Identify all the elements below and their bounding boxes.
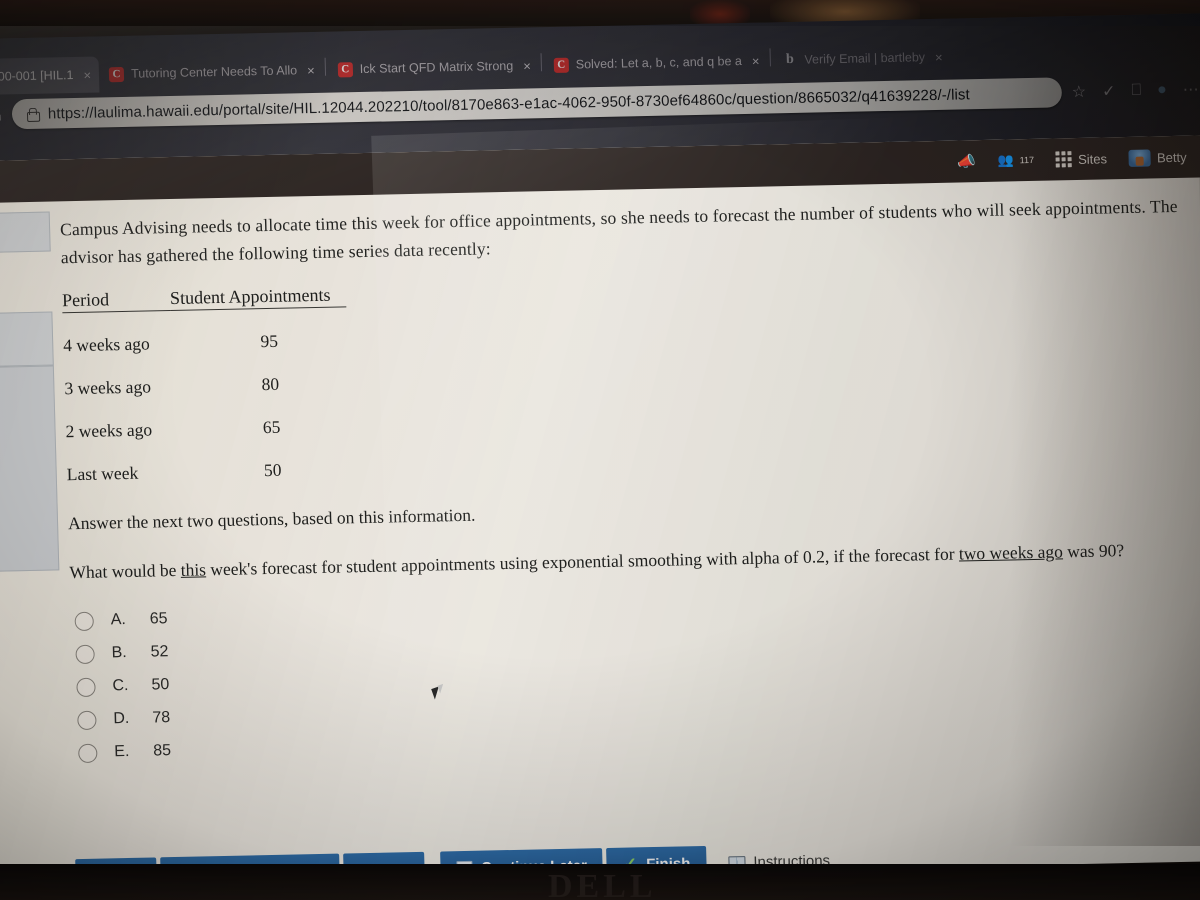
column-header-period: Period [61,287,171,313]
members-count: 117 [1019,154,1035,166]
tab-divider [324,57,326,76]
tab-divider [540,53,542,72]
sidebar-item-top[interactable] [0,211,51,254]
data-table-header: Period Student Appointments [61,266,1192,313]
grid-icon [1055,151,1073,168]
option-value: 52 [150,643,169,661]
left-navigation-panel[interactable]: ts [0,211,69,853]
webpage-viewport: 📣 👥 117 Sites Betty Campus Advising need… [0,135,1200,887]
browser-tab-3[interactable]: C Solved: Let a, b, c, and q be a × [543,42,768,83]
browser-toolbar-icons: ☆ ✓ ⎕ ● ⋯ [1071,79,1199,102]
radio-button[interactable] [76,677,96,697]
option-letter: E. [114,743,130,761]
tab-close-icon[interactable]: × [304,62,315,77]
radio-button[interactable] [77,710,97,730]
question-emphasis-two-weeks-ago: two weeks ago [958,541,1064,564]
answer-options: A. 65 B. 52 C. 50 D. 78 E. 85 [70,581,1200,770]
question-part-c: was 90? [1062,539,1125,562]
cell-period: 2 weeks ago [65,419,153,441]
photo-of-laptop-screen: BA-300-001 [HIL.1 × C Tutoring Center Ne… [0,0,1200,900]
column-header-appointments: Student Appointments [169,284,347,311]
read-aloud-icon[interactable]: ⎕ [1131,82,1141,100]
chegg-c-icon: C [553,57,569,73]
sidebar-panel-lower[interactable] [0,365,60,573]
canvas-c-icon: C [108,66,125,82]
site-members-button[interactable]: 👥 117 [997,152,1034,169]
tab-close-icon[interactable]: × [749,53,760,68]
radio-button[interactable] [75,644,95,664]
option-value: 85 [153,742,172,760]
table-row: 2 weeks ago 65 [65,397,1195,442]
question-emphasis-this: this [180,559,207,580]
option-value: 65 [149,610,168,628]
sites-menu-button[interactable]: Sites [1055,150,1108,168]
cell-value: 50 [263,459,282,480]
browser-tab-2[interactable]: C Ick Start QFD Matrix Strong × [327,47,539,87]
bartleby-b-icon: b [785,51,795,68]
cell-value: 95 [260,330,279,351]
quiz-content: Campus Advising needs to allocate time t… [60,192,1200,770]
option-letter: D. [113,710,130,728]
quiz-instruction-text: Answer the next two questions, based on … [67,504,476,533]
browser-tab-1[interactable]: C Tutoring Center Needs To Allo × [99,52,324,93]
announcements-button[interactable]: 📣 [957,152,976,170]
tab-title: BA-300-001 [HIL.1 [0,68,74,85]
sidebar-item-middle[interactable] [0,311,54,368]
tab-title: Verify Email | bartleby [804,50,926,67]
tab-close-icon[interactable]: × [80,67,91,82]
users-icon: 👥 [997,152,1014,168]
option-value: 78 [152,709,171,727]
cell-period: 3 weeks ago [64,376,152,398]
cell-period: Last week [66,462,139,484]
megaphone-icon: 📣 [956,153,976,171]
option-value: 50 [151,676,170,694]
table-row: Last week 50 [66,440,1196,485]
tab-title: Tutoring Center Needs To Allo [130,63,298,81]
favorites-star-icon[interactable]: ☆ [1071,82,1087,102]
tab-close-icon[interactable]: × [520,58,531,73]
cell-value: 65 [262,416,281,437]
sites-label: Sites [1077,150,1108,167]
quiz-intro-text: Campus Advising needs to allocate time t… [59,195,1178,268]
profile-icon[interactable]: ● [1157,81,1167,99]
cell-value: 80 [261,373,280,394]
tab-title: Solved: Let a, b, c, and q be a [575,54,743,72]
chegg-c-icon: C [337,61,353,77]
radio-button[interactable] [78,743,98,763]
browser-tab-0[interactable]: BA-300-001 [HIL.1 × [0,56,100,96]
laptop-screen: BA-300-001 [HIL.1 × C Tutoring Center Ne… [0,13,1200,887]
question-part-a: What would be [69,559,181,582]
table-row: 4 weeks ago 95 [63,311,1193,356]
table-row: 3 weeks ago 80 [64,354,1194,399]
option-letter: B. [111,644,127,662]
browser-tab-4[interactable]: b Verify Email | bartleby × [772,39,951,79]
url-text: https://laulima.hawaii.edu/portal/site/H… [47,85,971,123]
collections-icon[interactable]: ✓ [1102,81,1116,101]
option-letter: C. [112,677,129,695]
settings-more-icon[interactable]: ⋯ [1182,79,1199,99]
home-icon[interactable]: ⌂ [0,105,2,125]
cell-period: 4 weeks ago [62,333,151,355]
user-menu-button[interactable]: Betty [1128,148,1187,167]
lock-icon [26,106,39,121]
avatar [1128,148,1152,167]
question-part-b: week's forecast for student appointments… [205,543,960,580]
dell-logo: DELL [548,868,657,900]
user-name: Betty [1156,149,1187,165]
tab-close-icon[interactable]: × [932,49,943,64]
option-letter: A. [110,611,127,629]
tab-title: Ick Start QFD Matrix Strong [359,58,514,77]
radio-button[interactable] [74,611,94,631]
question-text: What would be this week's forecast for s… [69,538,1199,583]
tab-divider [769,48,771,67]
